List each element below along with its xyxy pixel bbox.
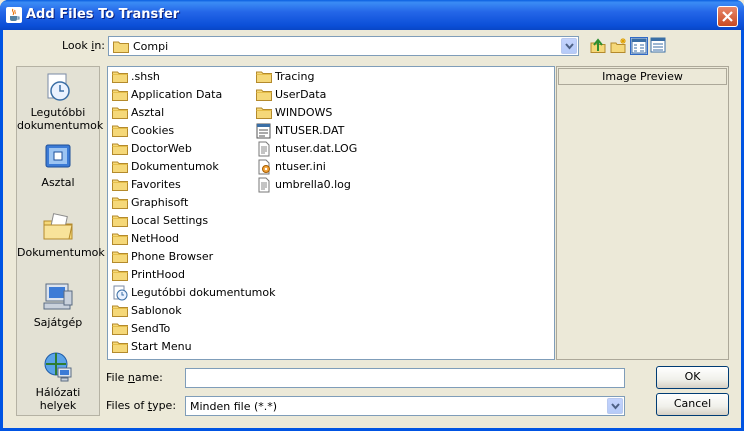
folder-icon	[112, 341, 128, 353]
file-name: Start Menu	[131, 340, 192, 353]
new-folder-icon	[610, 38, 626, 53]
file-name: DoctorWeb	[131, 142, 192, 155]
file-name: Legutóbbi dokumentumok	[131, 286, 276, 299]
folder-icon	[112, 215, 128, 227]
recent-docs-icon	[47, 73, 70, 101]
network-places-icon	[44, 352, 72, 382]
file-name: Cookies	[131, 124, 175, 137]
image-preview-header: Image Preview	[558, 68, 727, 85]
place-recent-documents[interactable]: Legutóbbi dokumentumok	[17, 71, 104, 132]
place-label: Legutóbbi dokumentumok	[17, 106, 104, 132]
details-view-icon	[650, 37, 666, 53]
my-computer-icon	[43, 283, 73, 310]
file-name: ntuser.dat.LOG	[275, 142, 358, 155]
file-name: WINDOWS	[275, 106, 333, 119]
file-name: PrintHood	[131, 268, 186, 281]
text-file-icon	[258, 177, 270, 193]
settings-file-icon	[258, 159, 270, 175]
files-of-type-value: Minden file (*.*)	[190, 400, 278, 413]
folder-icon	[112, 251, 128, 263]
place-label: Sajátgép	[33, 316, 83, 329]
list-view-icon	[631, 38, 647, 54]
folder-icon	[112, 233, 128, 245]
file-name: Application Data	[131, 88, 223, 101]
files-of-type-combo[interactable]: Minden file (*.*)	[185, 396, 625, 416]
folder-icon	[112, 323, 128, 335]
file-name: .shsh	[131, 70, 160, 83]
file-name: SendTo	[131, 322, 171, 335]
text-file-icon	[258, 141, 270, 157]
file-name: Favorites	[131, 178, 181, 191]
file-name: UserData	[275, 88, 327, 101]
file-name: ntuser.ini	[275, 160, 326, 173]
place-network-places[interactable]: Hálózati helyek	[17, 351, 99, 412]
chevron-down-icon	[611, 403, 620, 410]
lookin-combo[interactable]: Compi	[108, 36, 579, 56]
list-view-button[interactable]	[630, 37, 648, 55]
file-list[interactable]: .shsh Application Data Asztal Cookies Doctor…	[107, 66, 555, 360]
ok-button[interactable]: OK	[656, 366, 729, 389]
folder-icon	[256, 107, 272, 119]
file-name: Local Settings	[131, 214, 209, 227]
place-my-computer[interactable]: Sajátgép	[17, 281, 99, 329]
files-of-type-dropdown-button[interactable]	[607, 398, 623, 414]
close-icon	[722, 11, 733, 22]
folder-icon	[112, 125, 128, 137]
up-one-level-button[interactable]	[589, 37, 607, 55]
details-view-button[interactable]	[650, 37, 668, 55]
file-name: Tracing	[275, 70, 315, 83]
file-name-label: File name:	[106, 371, 163, 384]
window-title: Add Files To Transfer	[26, 7, 180, 22]
file-name-input[interactable]	[185, 368, 625, 388]
folder-icon	[112, 305, 128, 317]
place-label: Asztal	[41, 176, 75, 189]
file-name: Phone Browser	[131, 250, 214, 263]
lookin-value: Compi	[133, 40, 169, 53]
dialog-window: Add Files To Transfer Look in: Compi Leg…	[0, 0, 744, 431]
dialog-client: Look in: Compi Legutóbbi dokumentumok As…	[3, 30, 741, 428]
files-of-type-label: Files of type:	[106, 399, 177, 412]
folder-icon	[256, 71, 272, 83]
folder-icon	[112, 161, 128, 173]
up-folder-icon	[590, 38, 606, 53]
data-file-icon	[256, 123, 271, 139]
file-name: Graphisoft	[131, 196, 189, 209]
place-my-documents[interactable]: Dokumentumok	[17, 211, 105, 259]
folder-icon	[113, 41, 129, 53]
folder-icon	[112, 269, 128, 281]
file-name: Sablonok	[131, 304, 182, 317]
folder-icon	[256, 89, 272, 101]
title-bar[interactable]: Add Files To Transfer	[0, 0, 744, 30]
cancel-button[interactable]: Cancel	[656, 393, 729, 416]
file-name: Asztal	[131, 106, 165, 119]
lookin-dropdown-button[interactable]	[561, 38, 577, 54]
folder-icon	[112, 89, 128, 101]
image-preview-panel: Image Preview	[556, 66, 729, 360]
folder-icon	[112, 107, 128, 119]
place-label: Hálózati helyek	[35, 386, 81, 412]
file-name: NetHood	[131, 232, 180, 245]
chevron-down-icon	[565, 43, 574, 50]
my-documents-icon	[43, 213, 73, 240]
folder-icon	[112, 197, 128, 209]
place-desktop[interactable]: Asztal	[17, 141, 99, 189]
close-button[interactable]	[717, 6, 738, 27]
file-name: Dokumentumok	[131, 160, 219, 173]
places-bar: Legutóbbi dokumentumok Asztal Dokumentum…	[16, 66, 105, 416]
folder-icon	[112, 71, 128, 83]
folder-icon	[112, 143, 128, 155]
recent-docs-icon	[113, 285, 128, 301]
new-folder-button[interactable]	[610, 37, 628, 55]
lookin-label: Look in:	[62, 39, 106, 52]
java-cup-icon	[6, 7, 22, 23]
file-name: NTUSER.DAT	[275, 124, 345, 137]
file-name: umbrella0.log	[275, 178, 351, 191]
place-label: Dokumentumok	[17, 246, 105, 259]
desktop-icon	[45, 144, 71, 168]
folder-icon	[112, 179, 128, 191]
